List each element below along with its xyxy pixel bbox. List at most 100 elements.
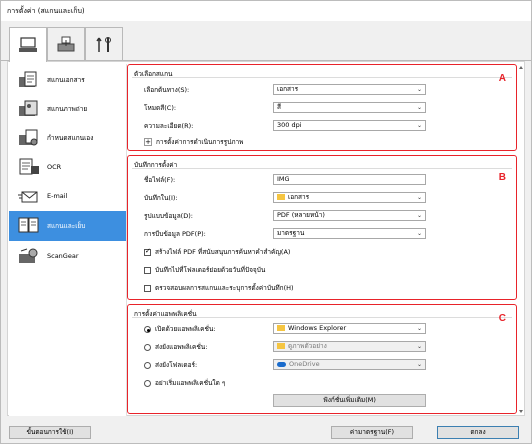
onedrive-icon — [277, 361, 286, 367]
photo-scan-icon — [19, 100, 38, 116]
keyword-search-label: สร้างไฟล์ PDF ที่สนับสนุนการค้นหาคำสำคัญ… — [155, 248, 291, 256]
send-to-app-label: ส่งยังแอพพลิเคชั่น: — [155, 343, 208, 351]
title-bar: การตั้งค่า (สแกนและเก็บ) — [1, 1, 531, 21]
open-with-app-value: Windows Explorer — [288, 324, 347, 332]
send-to-folder-label: ส่งยังโฟลเดอร์: — [155, 361, 198, 369]
application-settings-panel: การตั้งค่าแอพพลิเคชั่น C เปิดด้วยแอพพลิเ… — [127, 304, 517, 414]
chevron-down-icon: ⌄ — [416, 230, 422, 237]
sidebar: สแกนเอกสาร สแกนภาพถ่าย กำหนดสแกนเอง OCR … — [9, 64, 126, 416]
send-to-app-select[interactable]: ดูภาพตัวอย่าง ⌄ — [273, 341, 426, 352]
send-to-folder-radio[interactable] — [144, 362, 151, 369]
sidebar-item-label: ScanGear — [47, 252, 79, 260]
scangear-icon — [19, 248, 38, 263]
chevron-down-icon: ⌄ — [416, 212, 422, 219]
ocr-icon — [19, 158, 39, 175]
scrollbar-arrows — [519, 66, 523, 413]
chevron-down-icon: ⌄ — [416, 343, 422, 350]
check-scan-results-label: ตรวจสอบผลการสแกนและระบุการตั้งค่าบันทึก(… — [155, 284, 294, 292]
tab-scan-from-operation-panel[interactable] — [47, 27, 85, 61]
sidebar-item-label: E-mail — [47, 192, 68, 200]
open-with-app-select[interactable]: Windows Explorer ⌄ — [273, 323, 426, 334]
scan-options-divider — [132, 77, 512, 78]
file-name-input[interactable]: IMG — [273, 174, 426, 185]
chevron-down-icon: ⌄ — [416, 361, 422, 368]
file-name-label: ชื่อไฟล์(F): — [144, 176, 176, 184]
image-processing-label[interactable]: การตั้งค่าการดำเนินการรูปภาพ — [156, 137, 243, 147]
color-mode-value: สี — [277, 103, 281, 111]
save-in-label: บันทึกใน(I): — [144, 194, 178, 202]
sidebar-item-scangear[interactable]: ScanGear — [9, 242, 126, 270]
footer: ขั้นตอนการใช้(I) ค่ามาตรฐาน(F) ตกลง — [1, 419, 531, 443]
scan-from-operation-panel-icon — [57, 36, 75, 51]
preview-icon — [277, 343, 285, 349]
chevron-down-icon: ⌄ — [416, 104, 422, 111]
sidebar-item-label: สแกนภาพถ่าย — [47, 105, 88, 113]
source-select[interactable]: เอกสาร ⌄ — [273, 84, 426, 95]
data-format-label: รูปแบบข้อมูล(D): — [144, 212, 193, 220]
pdf-compression-select[interactable]: มาตรฐาน ⌄ — [273, 228, 426, 239]
chevron-down-icon: ⌄ — [416, 86, 422, 93]
save-settings-panel: บันทึกการตั้งค่า B ชื่อไฟล์(F): IMG บันท… — [127, 155, 517, 300]
color-mode-select[interactable]: สี ⌄ — [273, 102, 426, 113]
instructions-button[interactable]: ขั้นตอนการใช้(I) — [9, 426, 91, 439]
sidebar-item-label: กำหนดสแกนเอง — [47, 134, 94, 142]
check-scan-results-checkbox[interactable] — [144, 285, 151, 292]
open-with-app-label: เปิดด้วยแอพพลิเคชั่น: — [155, 325, 216, 333]
sidebar-item-custom-scan[interactable]: กำหนดสแกนเอง — [9, 124, 126, 152]
sidebar-item-email[interactable]: E-mail — [9, 182, 126, 210]
save-in-select[interactable]: เอกสาร ⌄ — [273, 192, 426, 203]
section-badge-b: B — [498, 172, 506, 183]
defaults-button[interactable]: ค่ามาตรฐาน(F) — [331, 426, 413, 439]
sidebar-item-label: สแกนและเย็บ — [47, 222, 86, 230]
source-value: เอกสาร — [277, 85, 299, 93]
save-settings-divider — [132, 168, 512, 169]
application-settings-divider — [132, 317, 512, 318]
chevron-down-icon: ⌄ — [416, 325, 422, 332]
save-in-value: เอกสาร — [288, 193, 310, 201]
window-title: การตั้งค่า (สแกนและเก็บ) — [7, 7, 85, 15]
section-badge-c: C — [498, 313, 506, 324]
data-format-value: PDF (หลายหน้า) — [277, 211, 325, 219]
tab-general-settings[interactable] — [85, 27, 123, 61]
section-badge-a: A — [498, 73, 506, 84]
document-scan-icon — [19, 71, 37, 87]
scrollbar[interactable] — [518, 64, 524, 416]
resolution-select[interactable]: 300 dpi ⌄ — [273, 120, 426, 131]
scan-from-computer-icon — [19, 37, 37, 52]
sidebar-item-label: สแกนเอกสาร — [47, 76, 85, 84]
tab-bar — [1, 27, 531, 62]
ok-button[interactable]: ตกลง — [437, 426, 519, 439]
settings-window: การตั้งค่า (สแกนและเก็บ) สแกนเอกสาร สแกน… — [0, 0, 532, 444]
explorer-icon — [277, 325, 285, 331]
expand-icon[interactable]: + — [144, 138, 152, 146]
no-app-radio[interactable] — [144, 380, 151, 387]
scan-options-panel: ตัวเลือกสแกน A เลือกต้นทาง(S): เอกสาร ⌄ โ… — [127, 64, 517, 151]
send-to-app-value: ดูภาพตัวอย่าง — [288, 342, 327, 350]
data-format-select[interactable]: PDF (หลายหน้า) ⌄ — [273, 210, 426, 221]
sidebar-item-label: OCR — [47, 163, 62, 171]
sidebar-item-document-scan[interactable]: สแกนเอกสาร — [9, 66, 126, 94]
sidebar-item-ocr[interactable]: OCR — [9, 153, 126, 181]
pdf-compression-label: การบีบข้อมูล PDF(P): — [144, 230, 206, 238]
tab-scan-from-computer[interactable] — [9, 27, 47, 62]
no-app-label: อย่าเริ่มแอพพลิเคชั่นใด ๆ — [155, 379, 226, 387]
more-functions-button[interactable]: ฟังก์ชั่นเพิ่มเติม(M) — [273, 394, 426, 407]
subfolder-date-label: บันทึกไปที่โฟลเดอร์ย่อยด้วยวันที่ปัจจุบั… — [155, 266, 266, 274]
chevron-down-icon: ⌄ — [416, 194, 422, 201]
color-mode-label: โหมดสี(C): — [144, 104, 177, 112]
send-to-folder-select[interactable]: OneDrive ⌄ — [273, 359, 426, 370]
keyword-search-checkbox[interactable] — [144, 247, 151, 256]
send-to-app-radio[interactable] — [144, 344, 151, 351]
source-label: เลือกต้นทาง(S): — [144, 86, 190, 94]
sidebar-item-stitch[interactable]: สแกนและเย็บ — [9, 211, 126, 241]
folder-icon — [277, 194, 285, 200]
subfolder-date-checkbox[interactable] — [144, 267, 151, 274]
open-with-app-radio[interactable] — [144, 326, 151, 333]
chevron-down-icon: ⌄ — [416, 122, 422, 129]
sidebar-item-photo-scan[interactable]: สแกนภาพถ่าย — [9, 95, 126, 123]
stitch-icon — [18, 217, 39, 233]
resolution-value: 300 dpi — [277, 121, 302, 129]
pdf-compression-value: มาตรฐาน — [277, 229, 305, 237]
email-icon — [18, 191, 38, 203]
general-settings-icon — [96, 36, 111, 52]
